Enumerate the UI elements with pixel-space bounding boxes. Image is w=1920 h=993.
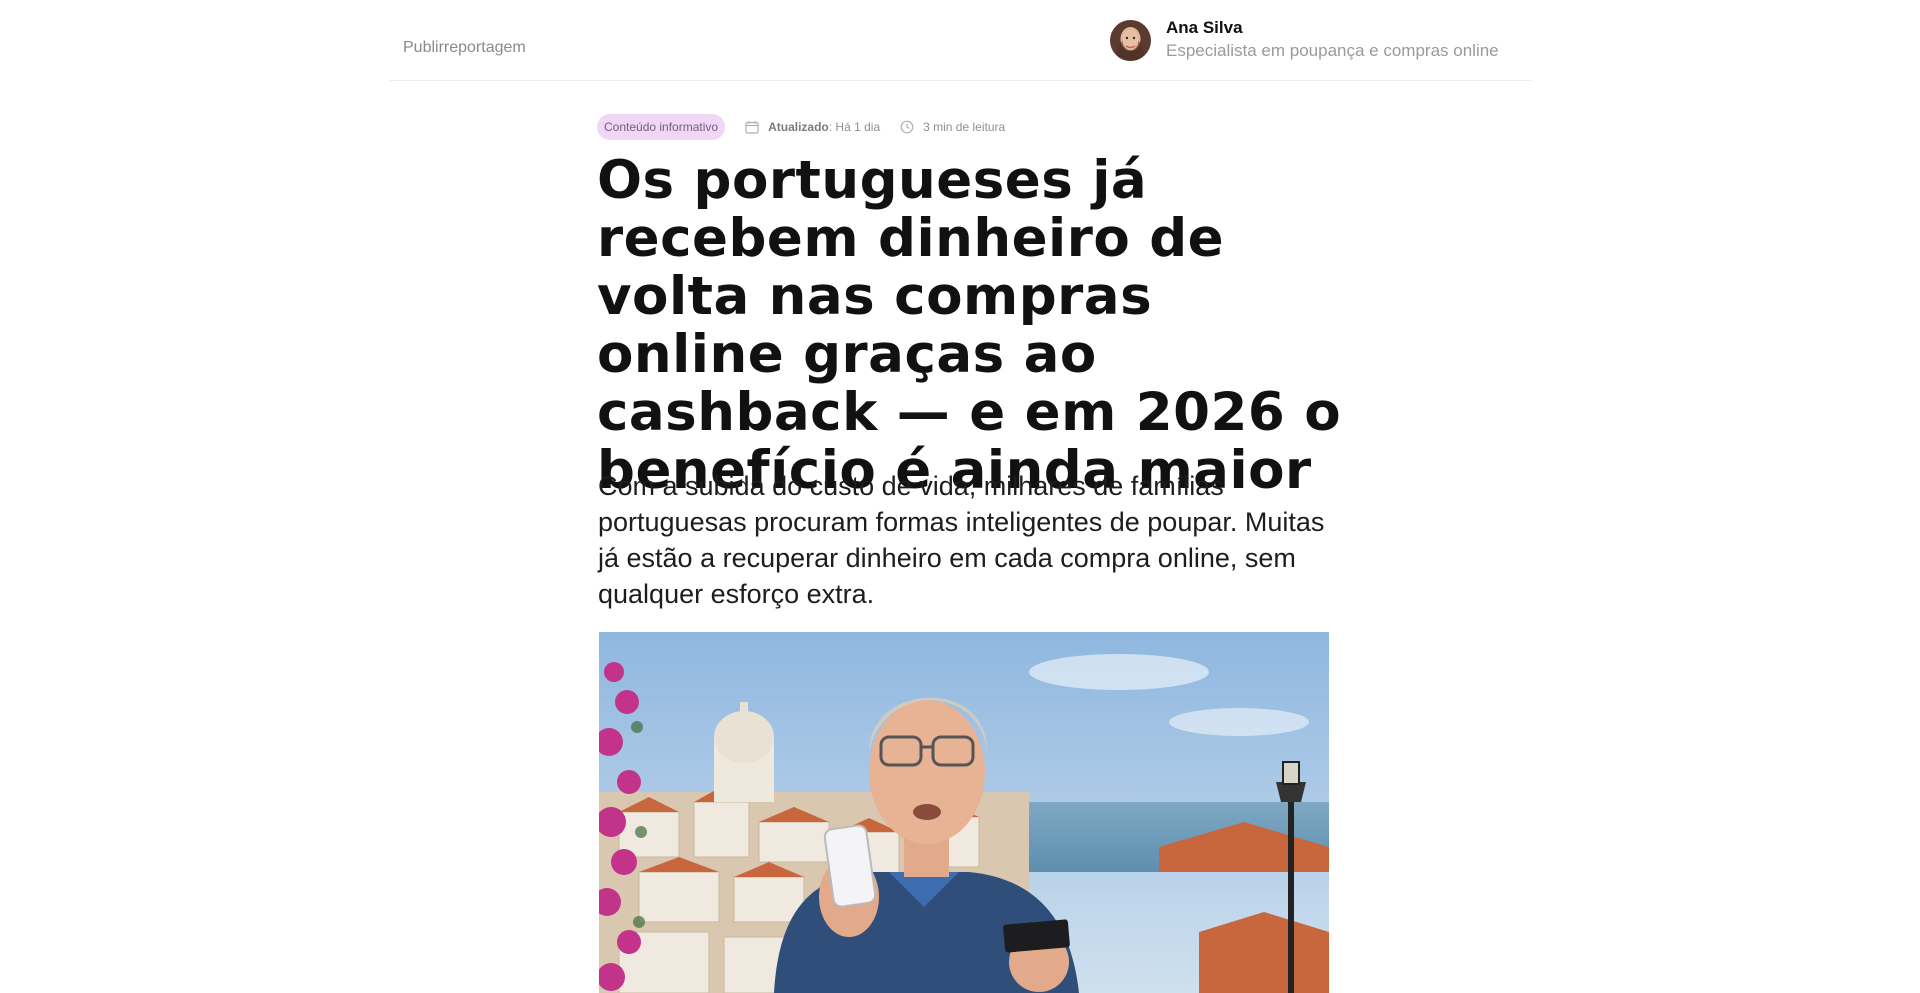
calendar-icon: [745, 120, 759, 134]
site-header: Publirreportagem Ana Silva Especialista …: [390, 0, 1532, 81]
read-time: 3 min de leitura: [900, 120, 1005, 134]
author-avatar[interactable]: [1110, 20, 1151, 61]
hero-image: [599, 632, 1329, 993]
updated-value: : Há 1 dia: [828, 119, 881, 134]
article-meta: Conteúdo informativo Atualizado: Há 1 di…: [597, 113, 1025, 140]
read-time-label: 3 min de leitura: [923, 119, 1006, 134]
clock-icon: [900, 120, 914, 133]
article-lede: Com a subida do custo de vida, milhares …: [598, 471, 1325, 609]
article-headline: Os portugueses já recebem dinheiro de vo…: [597, 150, 1342, 501]
sponsored-label: Publirreportagem: [403, 39, 526, 56]
author-name[interactable]: Ana Silva: [1166, 18, 1243, 38]
author-role: Especialista em poupança e compras onlin…: [1166, 41, 1499, 60]
content-badge: Conteúdo informativo: [597, 113, 726, 140]
updated-info: Atualizado: Há 1 dia: [745, 120, 880, 134]
updated-label: Atualizado: [768, 119, 829, 134]
